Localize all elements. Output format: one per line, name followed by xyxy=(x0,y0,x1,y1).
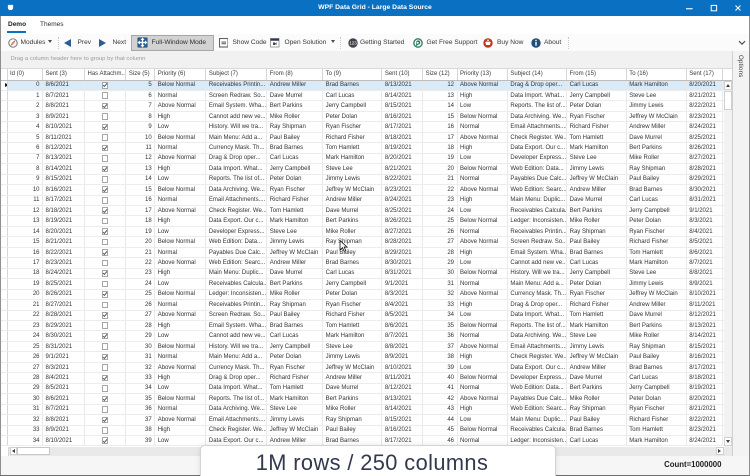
svg-text:123: 123 xyxy=(349,40,357,45)
